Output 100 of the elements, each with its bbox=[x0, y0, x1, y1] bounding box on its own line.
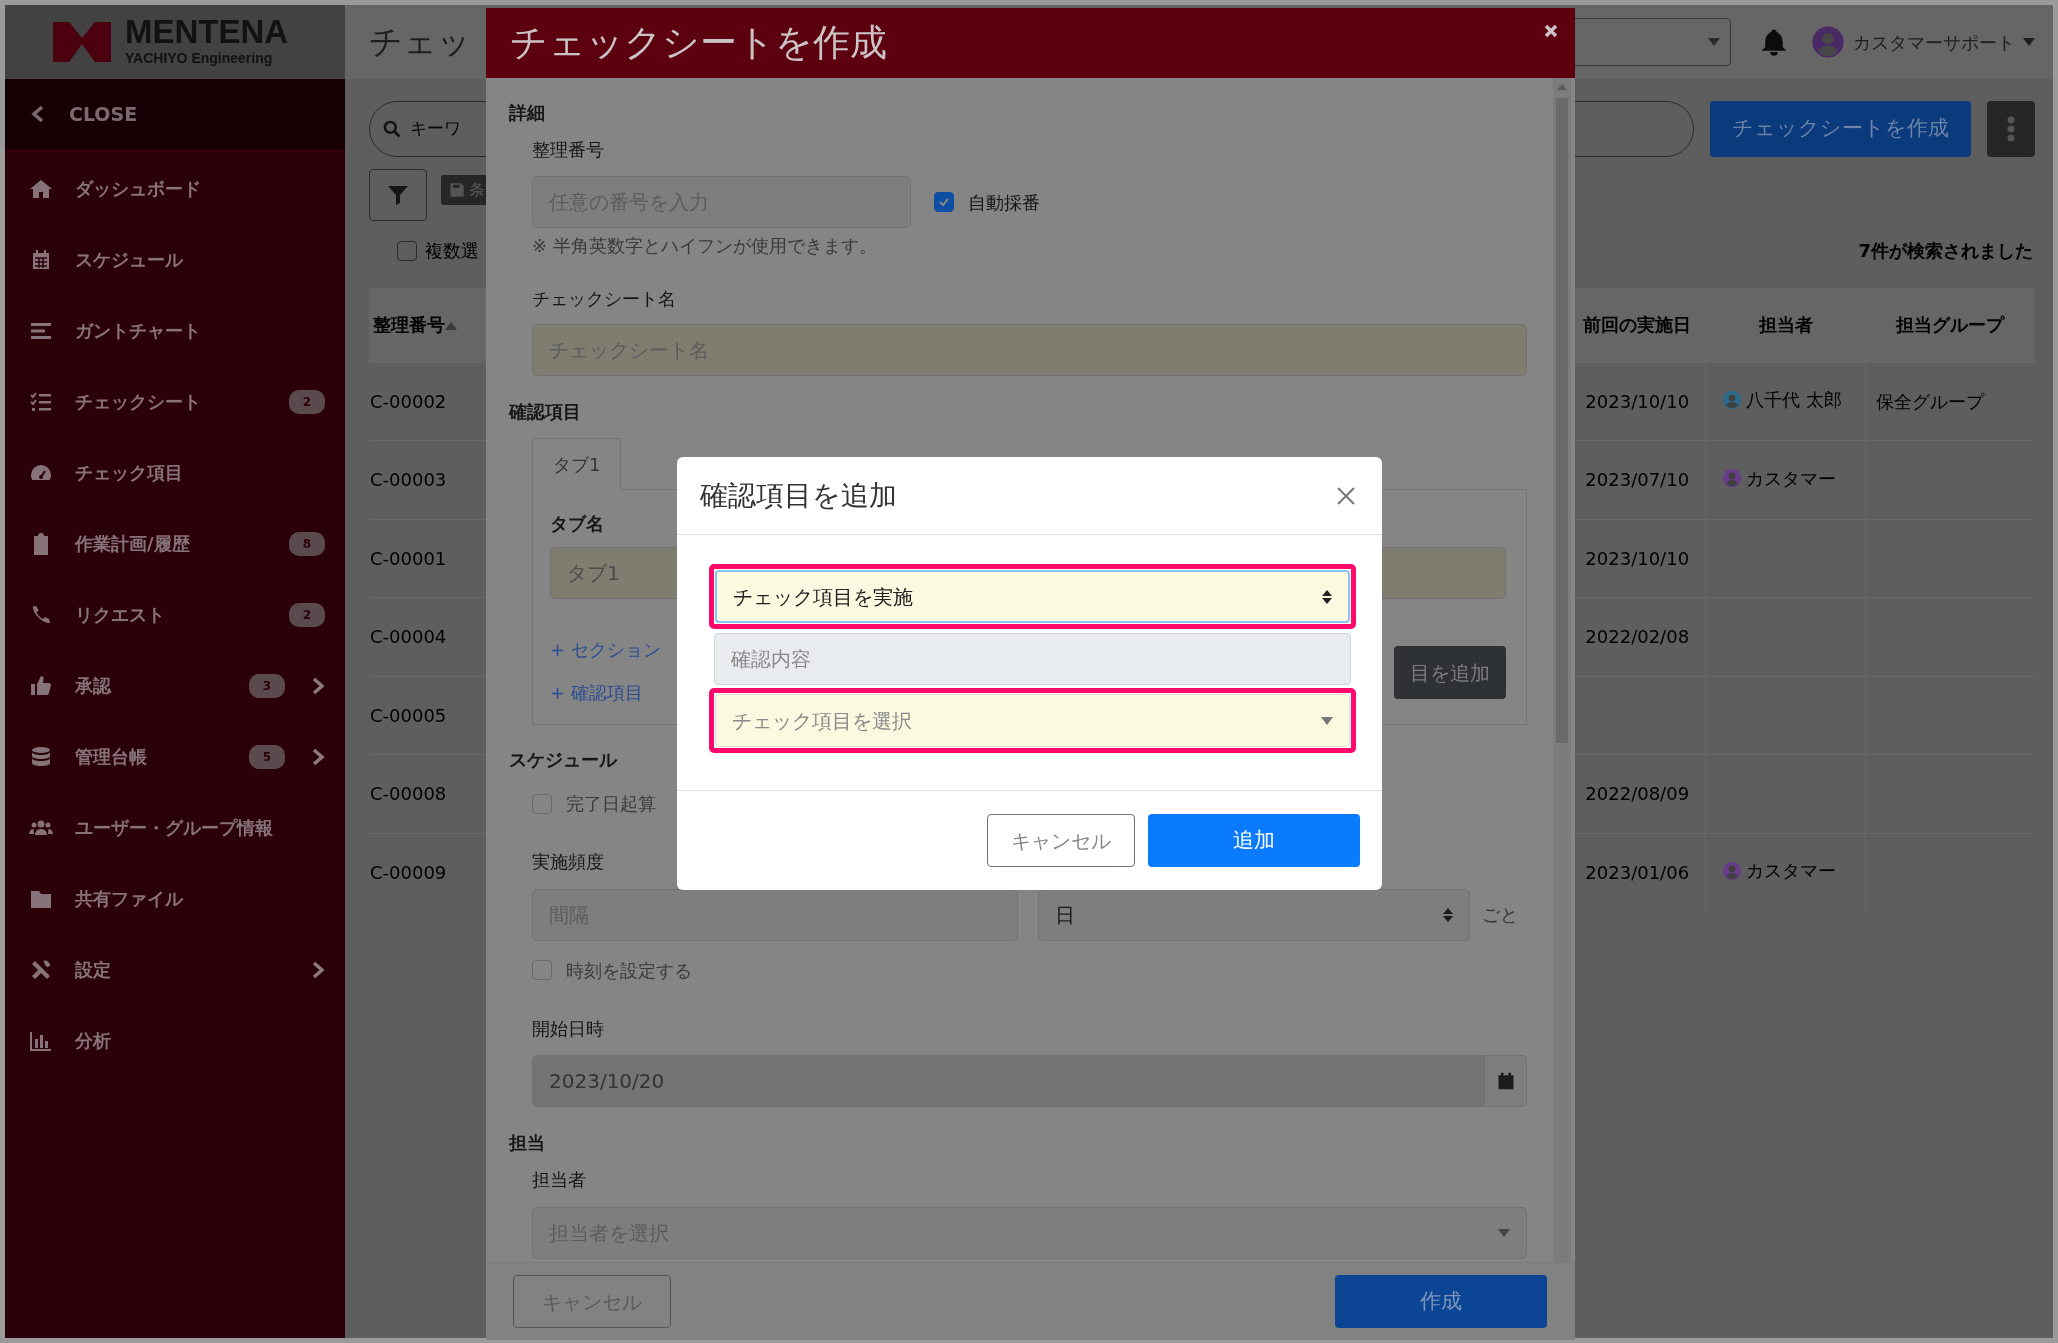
caret-down-icon bbox=[1321, 716, 1333, 725]
caret-down-icon bbox=[1498, 1229, 1510, 1237]
sidebar-item[interactable]: ユーザー・グループ情報 bbox=[5, 792, 345, 863]
sidebar-item[interactable]: チェック項目 bbox=[5, 437, 345, 508]
field-label: 担当者 bbox=[532, 1168, 587, 1192]
close-icon bbox=[1336, 486, 1356, 506]
field-label: チェックシート名 bbox=[532, 287, 677, 311]
from-completion-checkbox[interactable]: 完了日起算 bbox=[532, 790, 656, 817]
create-button[interactable]: 作成 bbox=[1335, 1275, 1547, 1328]
table-cell-text: 八千代 太郎 bbox=[1746, 388, 1843, 412]
item-select[interactable]: チェック項目を選択 bbox=[715, 694, 1350, 747]
bell-icon[interactable] bbox=[1759, 27, 1789, 57]
table-cell: C-00003 bbox=[370, 469, 447, 491]
create-button[interactable]: チェックシートを作成 bbox=[1710, 101, 1971, 157]
field-label: 実施頻度 bbox=[532, 849, 605, 874]
table-cell: 2023/07/10 bbox=[1585, 469, 1690, 491]
page-title: チェッ bbox=[369, 21, 471, 64]
table-cell: 2022/02/08 bbox=[1585, 626, 1690, 648]
result-count: 7件が検索されました bbox=[1858, 239, 2033, 263]
field-label: 整理番号 bbox=[532, 138, 605, 162]
sidebar-item[interactable]: チェックシート 2 bbox=[5, 366, 345, 437]
sidebar-item[interactable]: 設定 bbox=[5, 934, 345, 1005]
avatar-icon bbox=[1722, 860, 1743, 881]
table-cell: 2023/10/10 bbox=[1585, 547, 1690, 569]
table-cell: C-00004 bbox=[370, 626, 447, 648]
set-time-checkbox[interactable]: 時刻を設定する bbox=[532, 956, 692, 984]
sidebar-item[interactable]: ダッシュボード bbox=[5, 153, 345, 224]
sidebar-item[interactable]: リクエスト 2 bbox=[5, 579, 345, 650]
count-badge: 2 bbox=[288, 602, 325, 627]
calendar-button[interactable] bbox=[1485, 1055, 1527, 1107]
sidebar-item[interactable]: 共有ファイル bbox=[5, 863, 345, 934]
user-menu[interactable]: カスタマーサポート bbox=[1811, 25, 2035, 59]
section-heading: 確認項目 bbox=[509, 400, 582, 424]
table-cell: C-00009 bbox=[370, 862, 447, 883]
table-cell: 2023/10/10 bbox=[1585, 390, 1690, 412]
close-icon bbox=[1543, 22, 1559, 39]
save-icon bbox=[449, 182, 465, 198]
field-label: タブ名 bbox=[550, 512, 605, 536]
sidebar-item[interactable]: 承認 3 bbox=[5, 650, 345, 721]
search-icon bbox=[382, 119, 402, 139]
sort-arrows-icon bbox=[1443, 907, 1453, 922]
table-cell: 保全グループ bbox=[1876, 390, 1985, 412]
add-button[interactable]: 追加 bbox=[1148, 814, 1360, 867]
column-header: 前回の実施日 bbox=[1583, 314, 1692, 336]
thumbs-up-icon bbox=[29, 673, 53, 698]
dialog-title: チェックシートを作成 bbox=[510, 20, 887, 67]
sort-arrows-icon bbox=[1322, 589, 1332, 604]
close-sidebar-button[interactable]: CLOSE bbox=[31, 99, 138, 129]
content-field[interactable]: 確認内容 bbox=[714, 633, 1351, 685]
count-badge: 5 bbox=[248, 744, 285, 769]
add-item-button[interactable]: 目を追加 bbox=[1394, 646, 1506, 699]
cancel-button[interactable]: キャンセル bbox=[987, 814, 1135, 867]
table-cell: C-00002 bbox=[370, 390, 447, 412]
sidebar-item[interactable]: ガントチャート bbox=[5, 295, 345, 366]
avatar-icon bbox=[1811, 25, 1845, 59]
table-cell-text: カスタマー bbox=[1746, 859, 1837, 884]
avatar-icon bbox=[1722, 389, 1743, 410]
tab[interactable]: タブ1 bbox=[532, 438, 622, 490]
database-icon bbox=[29, 744, 53, 769]
caret-down-icon bbox=[2023, 38, 2035, 46]
field-label: 開始日時 bbox=[532, 1017, 605, 1041]
count-badge: 3 bbox=[248, 673, 285, 698]
sort-icon bbox=[445, 322, 457, 331]
multi-select-checkbox[interactable]: 複数選 bbox=[397, 237, 479, 264]
sidebar-item[interactable]: 作業計画/履歴 8 bbox=[5, 508, 345, 579]
kebab-icon bbox=[2007, 116, 2015, 142]
sidebar-item[interactable]: 管理台帳 5 bbox=[5, 721, 345, 792]
more-button[interactable] bbox=[1987, 101, 2035, 157]
table-cell: 2023/01/06 bbox=[1585, 862, 1690, 883]
table-cell: 2022/08/09 bbox=[1585, 783, 1690, 805]
date-field[interactable]: 2023/10/20 bbox=[532, 1055, 1485, 1107]
sidebar-item[interactable]: 分析 bbox=[5, 1005, 345, 1076]
filter-button[interactable] bbox=[369, 169, 427, 221]
count-badge: 2 bbox=[288, 389, 325, 414]
add-item-link[interactable]: + 確認項目 bbox=[550, 679, 661, 706]
table-cell-text: カスタマー bbox=[1746, 466, 1837, 491]
type-select[interactable]: チェック項目を実施 bbox=[715, 570, 1350, 623]
hint-text: ※ 半角英数字とハイフンが使用できます。 bbox=[532, 234, 878, 258]
section-heading: 担当 bbox=[509, 1131, 546, 1155]
avatar-icon bbox=[1722, 468, 1743, 488]
section-heading: 詳細 bbox=[509, 101, 546, 125]
scrollbar[interactable] bbox=[1553, 78, 1571, 1262]
count-badge: 8 bbox=[288, 531, 325, 556]
add-section-link[interactable]: + セクション bbox=[550, 636, 661, 663]
check-icon bbox=[938, 196, 950, 208]
filter-icon bbox=[386, 183, 410, 207]
unit-suffix: ごと bbox=[1482, 903, 1518, 927]
column-header: 整理番号 bbox=[373, 314, 445, 336]
table-cell: C-00001 bbox=[370, 547, 447, 569]
auto-number-checkbox[interactable]: 自動採番 bbox=[934, 188, 1040, 216]
column-header: 担当者 bbox=[1758, 314, 1813, 336]
sidebar-item[interactable]: スケジュール bbox=[5, 224, 345, 295]
table-cell: C-00005 bbox=[370, 704, 447, 726]
unit-select[interactable]: 日 bbox=[1038, 888, 1470, 941]
table-cell: C-00008 bbox=[370, 783, 447, 805]
caret-down-icon bbox=[1708, 38, 1720, 46]
chevron-left-icon bbox=[31, 104, 45, 124]
scroll-up-icon bbox=[1557, 84, 1567, 90]
dialog-title: 確認項目を追加 bbox=[700, 477, 897, 514]
section-heading: スケジュール bbox=[509, 748, 619, 772]
